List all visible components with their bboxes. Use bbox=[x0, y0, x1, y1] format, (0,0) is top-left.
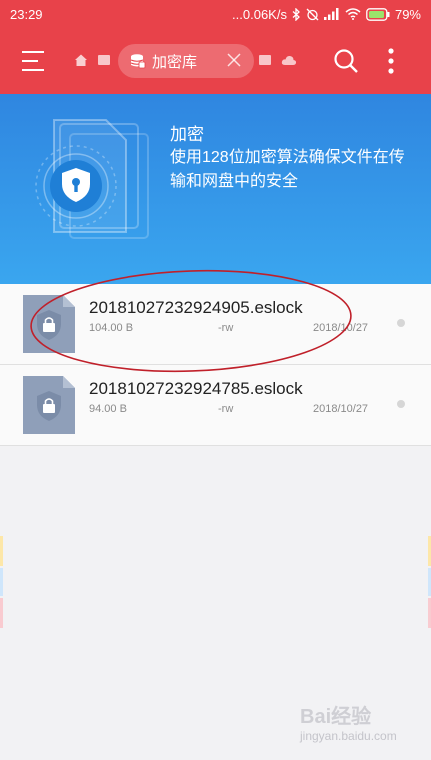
status-bar: 23:29 ...0.06K/s 79% bbox=[0, 0, 431, 28]
status-time: 23:29 bbox=[10, 6, 43, 22]
file-size: 94.00 B bbox=[89, 403, 127, 415]
cloud-icon[interactable] bbox=[281, 53, 297, 72]
edge-tab bbox=[0, 568, 3, 596]
file-row[interactable]: 20181027232924905.eslock 104.00 B -rw 20… bbox=[0, 284, 431, 365]
banner-title: 加密 bbox=[170, 125, 204, 144]
network-speed: ...0.06K/s bbox=[232, 6, 287, 22]
close-icon bbox=[227, 53, 241, 67]
encryption-banner: 加密 使用128位加密算法确保文件在传输和网盘中的安全 bbox=[0, 94, 431, 284]
file-size: 104.00 B bbox=[89, 322, 134, 334]
location-label: 加密库 bbox=[152, 53, 198, 71]
home-icon[interactable] bbox=[74, 53, 88, 72]
battery-icon bbox=[366, 7, 390, 21]
file-permissions: -rw bbox=[218, 403, 234, 415]
file-list: 20181027232924905.eslock 104.00 B -rw 20… bbox=[0, 284, 431, 446]
watermark-brand: Bai bbox=[300, 706, 332, 728]
tab-icon[interactable] bbox=[258, 53, 272, 72]
more-options-button[interactable] bbox=[386, 46, 396, 76]
watermark-url: jingyan.baidu.com bbox=[300, 729, 397, 743]
vault-icon bbox=[130, 54, 146, 69]
status-icons: ...0.06K/s 79% bbox=[232, 7, 421, 22]
edge-tab bbox=[0, 536, 3, 566]
banner-description: 使用128位加密算法确保文件在传输和网盘中的安全 bbox=[170, 149, 405, 190]
app-bar: 加密库 bbox=[0, 28, 431, 94]
more-vertical-icon bbox=[388, 48, 394, 74]
watermark: Bai经验 jingyan.baidu.com bbox=[300, 700, 397, 743]
file-date: 2018/10/27 bbox=[313, 403, 369, 415]
alarm-off-icon bbox=[306, 8, 319, 21]
file-name: 20181027232924905.eslock bbox=[89, 298, 303, 317]
file-date: 2018/10/27 bbox=[313, 322, 369, 334]
edge-tab bbox=[0, 598, 3, 628]
wifi-icon bbox=[345, 8, 361, 20]
signal-icon bbox=[323, 8, 340, 20]
watermark-brand-suffix: 经验 bbox=[331, 706, 372, 728]
file-name: 20181027232924785.eslock bbox=[89, 379, 303, 398]
encryption-shield-illustration bbox=[35, 119, 149, 239]
select-indicator[interactable] bbox=[397, 319, 405, 327]
file-permissions: -rw bbox=[218, 322, 234, 334]
search-button[interactable] bbox=[333, 48, 359, 74]
bluetooth-icon bbox=[292, 7, 301, 21]
folder-icon[interactable] bbox=[97, 53, 111, 72]
hamburger-icon bbox=[22, 51, 44, 71]
battery-level: 79% bbox=[394, 6, 421, 22]
select-indicator[interactable] bbox=[397, 400, 405, 408]
menu-button[interactable] bbox=[22, 50, 48, 72]
file-row[interactable]: 20181027232924785.eslock 94.00 B -rw 201… bbox=[0, 365, 431, 446]
location-chip[interactable]: 加密库 bbox=[118, 44, 254, 78]
search-icon bbox=[334, 49, 358, 73]
close-location-button[interactable] bbox=[226, 52, 242, 72]
locked-file-icon bbox=[23, 376, 75, 434]
locked-file-icon bbox=[23, 295, 75, 353]
